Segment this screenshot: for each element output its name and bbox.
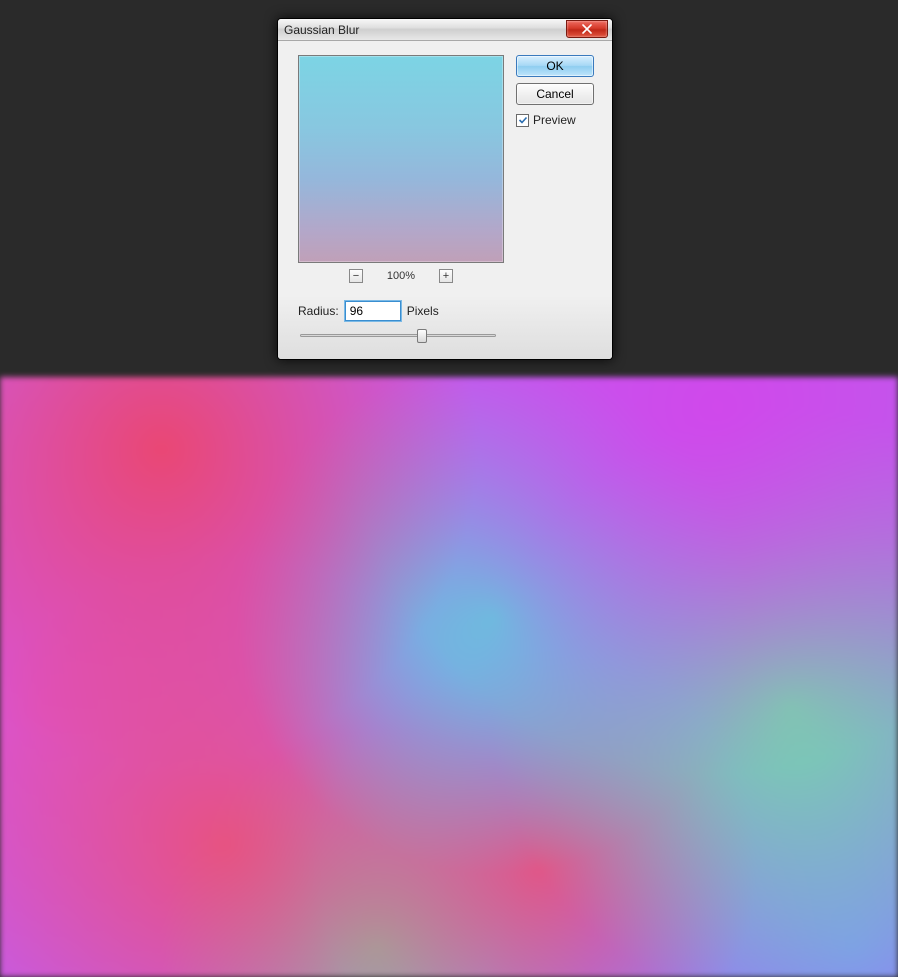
dialog-left-column: − 100% + Radius: Pixels	[298, 55, 504, 343]
preview-checkbox-row: Preview	[516, 113, 598, 127]
radius-input[interactable]	[345, 301, 401, 321]
cancel-button[interactable]: Cancel	[516, 83, 594, 105]
ok-button[interactable]: OK	[516, 55, 594, 77]
zoom-out-button[interactable]: −	[349, 269, 363, 283]
dialog-titlebar[interactable]: Gaussian Blur	[278, 19, 612, 41]
cancel-button-label: Cancel	[536, 87, 573, 101]
radius-unit: Pixels	[407, 304, 439, 318]
plus-icon: +	[443, 271, 449, 282]
effect-preview[interactable]	[298, 55, 504, 263]
dialog-body: − 100% + Radius: Pixels OK	[278, 41, 612, 359]
radius-label: Radius:	[298, 304, 339, 318]
check-icon	[518, 115, 528, 125]
slider-thumb[interactable]	[417, 329, 427, 343]
ok-button-label: OK	[546, 59, 563, 73]
radius-row: Radius: Pixels	[298, 301, 504, 321]
zoom-level: 100%	[383, 270, 419, 282]
preview-checkbox-label: Preview	[533, 113, 576, 127]
close-icon	[582, 24, 592, 34]
zoom-controls: − 100% +	[298, 269, 504, 283]
close-button[interactable]	[566, 20, 608, 38]
minus-icon: −	[353, 271, 359, 282]
radius-slider[interactable]	[300, 329, 496, 343]
document-canvas	[0, 377, 898, 977]
preview-checkbox[interactable]	[516, 114, 529, 127]
slider-track-line	[300, 334, 496, 337]
dialog-title: Gaussian Blur	[284, 23, 359, 37]
gaussian-blur-dialog: Gaussian Blur − 100% + Radius: Pixel	[277, 18, 613, 360]
dialog-right-column: OK Cancel Preview	[516, 55, 598, 343]
zoom-in-button[interactable]: +	[439, 269, 453, 283]
